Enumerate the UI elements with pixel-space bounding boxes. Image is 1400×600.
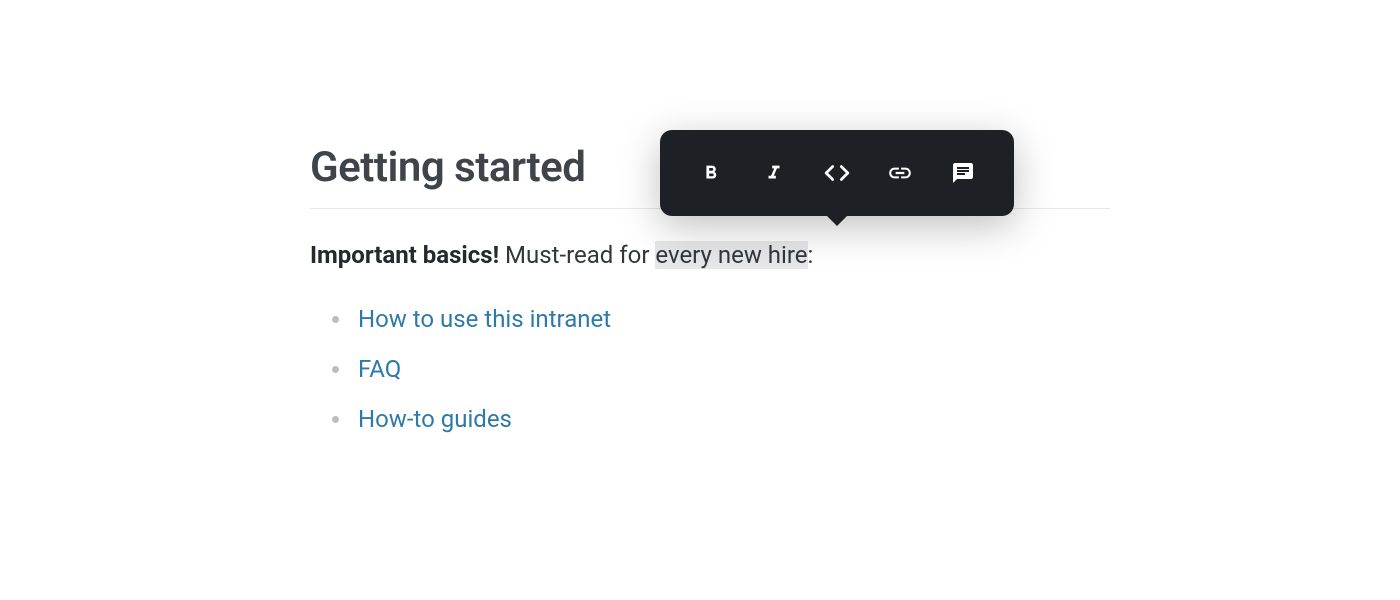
link-button[interactable] (878, 151, 922, 195)
intro-text-after: : (808, 241, 814, 269)
code-icon (824, 160, 850, 186)
comment-icon (951, 161, 975, 185)
intro-bold: Important basics! (310, 241, 499, 269)
list-item: How to use this intranet (332, 301, 1110, 337)
italic-button[interactable] (752, 151, 796, 195)
link-list: How to use this intranet FAQ How-to guid… (310, 301, 1110, 437)
bold-button[interactable] (689, 151, 733, 195)
link-how-to-guides[interactable]: How-to guides (358, 405, 512, 433)
list-item: How-to guides (332, 401, 1110, 437)
code-button[interactable] (815, 151, 859, 195)
text-selection[interactable]: every new hire (655, 241, 807, 269)
intro-text-before: Must-read for (499, 241, 655, 269)
bold-icon (700, 162, 722, 184)
link-icon (887, 160, 913, 186)
formatting-toolbar (660, 130, 1014, 216)
comment-button[interactable] (941, 151, 985, 195)
link-how-to-use-intranet[interactable]: How to use this intranet (358, 305, 611, 333)
list-item: FAQ (332, 351, 1110, 387)
intro-paragraph[interactable]: Important basics! Must-read for every ne… (310, 237, 1110, 273)
link-faq[interactable]: FAQ (358, 355, 401, 383)
italic-icon (763, 162, 785, 184)
